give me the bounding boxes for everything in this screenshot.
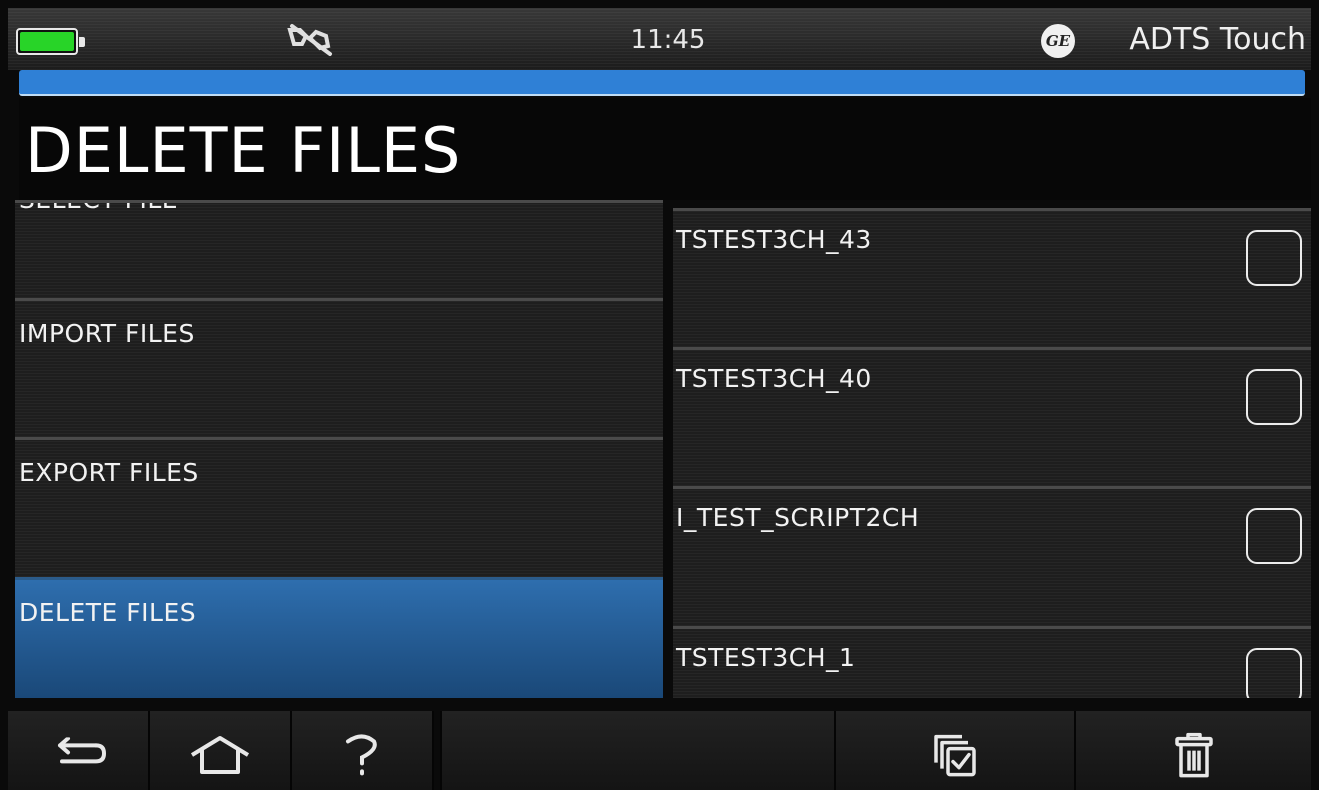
status-bar: 11:45 GE ADTS Touch [8, 8, 1311, 70]
menu-item-delete-files[interactable]: DELETE FILES [15, 577, 663, 698]
home-button[interactable] [150, 711, 292, 790]
file-item[interactable]: TSTEST3CH_43 [673, 208, 1311, 347]
panel-divider [665, 200, 673, 698]
file-item[interactable]: I_TEST_SCRIPT2CH [673, 486, 1311, 626]
clock: 11:45 [630, 25, 706, 55]
back-icon [58, 736, 106, 763]
select-all-button[interactable] [836, 711, 1076, 790]
help-icon [346, 733, 377, 775]
menu-item-select-file[interactable]: SELECT FILE [15, 200, 663, 298]
help-button[interactable] [292, 711, 434, 790]
file-name: TSTEST3CH_1 [676, 643, 856, 672]
file-item[interactable]: TSTEST3CH_40 [673, 347, 1311, 486]
bottom-toolbar [8, 711, 1311, 790]
file-name: TSTEST3CH_40 [676, 364, 872, 393]
menu-item-label: SELECT FILE [19, 203, 178, 214]
menu-item-label: IMPORT FILES [19, 319, 195, 348]
file-item[interactable]: TSTEST3CH_1 [673, 626, 1311, 698]
toolbar-spacer [434, 711, 442, 790]
trash-icon [1174, 732, 1213, 777]
home-icon [190, 735, 250, 774]
progress-bar [19, 70, 1305, 96]
title-bar: DELETE FILES [19, 98, 1311, 200]
file-checkbox[interactable] [1246, 508, 1302, 564]
file-checkbox[interactable] [1246, 230, 1302, 286]
file-name: TSTEST3CH_43 [676, 225, 872, 254]
usb-disconnected-icon [287, 24, 332, 56]
select-all-icon [934, 734, 976, 776]
menu-item-label: EXPORT FILES [19, 458, 199, 487]
menu-item-export-files[interactable]: EXPORT FILES [15, 437, 663, 577]
toolbar-empty-slot [442, 711, 836, 790]
file-name: I_TEST_SCRIPT2CH [676, 503, 920, 532]
menu-item-label: DELETE FILES [19, 598, 197, 627]
back-button[interactable] [8, 711, 150, 790]
file-checkbox[interactable] [1246, 648, 1302, 698]
ge-logo-icon: GE [1041, 24, 1075, 58]
file-checkbox[interactable] [1246, 369, 1302, 425]
battery-icon [16, 28, 85, 55]
app-name: ADTS Touch [1129, 22, 1306, 57]
delete-button[interactable] [1076, 711, 1311, 790]
menu-item-import-files[interactable]: IMPORT FILES [15, 298, 663, 437]
page-title: DELETE FILES [25, 114, 462, 187]
